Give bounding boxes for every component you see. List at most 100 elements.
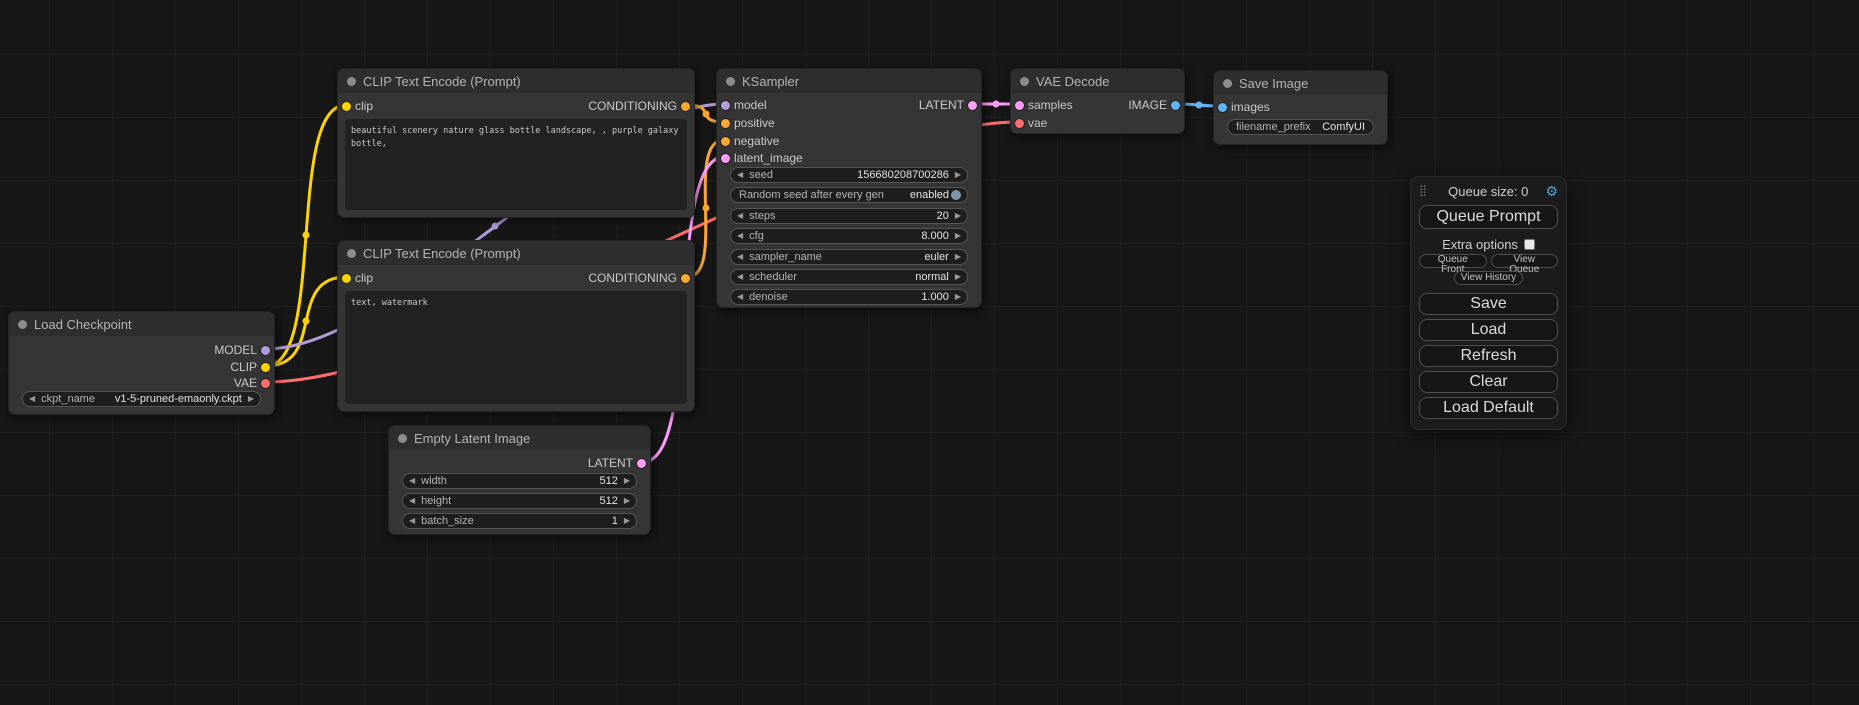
queue-prompt-button[interactable]: Queue Prompt — [1419, 205, 1558, 229]
decrement-arrow-icon[interactable]: ◀ — [737, 171, 743, 179]
negative-prompt-textarea[interactable]: text, watermark — [345, 291, 687, 404]
extra-options-checkbox[interactable] — [1524, 239, 1535, 250]
node-titlebar[interactable]: Empty Latent Image — [389, 426, 650, 450]
node-dot-icon[interactable] — [18, 320, 27, 329]
increment-arrow-icon[interactable]: ▶ — [624, 477, 630, 485]
random-seed-toggle-widget[interactable]: Random seed after every gen enabled — [730, 187, 968, 203]
node-titlebar[interactable]: CLIP Text Encode (Prompt) — [338, 69, 694, 93]
steps-widget[interactable]: ◀ steps 20 ▶ — [730, 208, 968, 224]
queue-menu-panel: ⣿ Queue size: 0 ⚙ Queue Prompt Extra opt… — [1410, 176, 1567, 430]
widget-label: steps — [749, 210, 775, 222]
link-midpoint-dot[interactable] — [492, 223, 499, 230]
filename-prefix-widget[interactable]: filename_prefix ComfyUI — [1227, 119, 1374, 135]
load-default-button[interactable]: Load Default — [1419, 397, 1558, 419]
node-dot-icon[interactable] — [347, 249, 356, 258]
widget-value: 1.000 — [921, 291, 949, 303]
decrement-arrow-icon[interactable]: ◀ — [29, 395, 35, 403]
latent-port-dot[interactable] — [721, 154, 730, 163]
save-button[interactable]: Save — [1419, 293, 1558, 315]
clip-port-dot[interactable] — [342, 274, 351, 283]
node-titlebar[interactable]: Save Image — [1214, 71, 1387, 95]
node-dot-icon[interactable] — [398, 434, 407, 443]
view-queue-button[interactable]: View Queue — [1491, 254, 1559, 268]
model-port-dot[interactable] — [721, 101, 730, 110]
decrement-arrow-icon[interactable]: ◀ — [737, 253, 743, 261]
widget-value: enabled — [910, 189, 949, 201]
decrement-arrow-icon[interactable]: ◀ — [409, 517, 415, 525]
increment-arrow-icon[interactable]: ▶ — [624, 517, 630, 525]
link-midpoint-dot[interactable] — [1196, 102, 1203, 109]
clip-port-dot[interactable] — [261, 363, 270, 372]
clear-button[interactable]: Clear — [1419, 371, 1558, 393]
positive-prompt-textarea[interactable]: beautiful scenery nature glass bottle la… — [345, 119, 687, 210]
increment-arrow-icon[interactable]: ▶ — [955, 253, 961, 261]
link-midpoint-dot[interactable] — [993, 101, 1000, 108]
conditioning-port-dot[interactable] — [681, 102, 690, 111]
vae-port-dot[interactable] — [1015, 119, 1024, 128]
increment-arrow-icon[interactable]: ▶ — [955, 293, 961, 301]
increment-arrow-icon[interactable]: ▶ — [955, 232, 961, 240]
increment-arrow-icon[interactable]: ▶ — [624, 497, 630, 505]
node-dot-icon[interactable] — [347, 77, 356, 86]
decrement-arrow-icon[interactable]: ◀ — [737, 232, 743, 240]
node-titlebar[interactable]: VAE Decode — [1011, 69, 1184, 93]
model-port-dot[interactable] — [261, 346, 270, 355]
link-midpoint-dot[interactable] — [303, 318, 310, 325]
conditioning-port-dot[interactable] — [681, 274, 690, 283]
image-port-dot[interactable] — [1171, 101, 1180, 110]
image-port-dot[interactable] — [1218, 103, 1227, 112]
sampler-name-widget[interactable]: ◀ sampler_name euler ▶ — [730, 249, 968, 265]
decrement-arrow-icon[interactable]: ◀ — [737, 273, 743, 281]
increment-arrow-icon[interactable]: ▶ — [248, 395, 254, 403]
view-history-button[interactable]: View History — [1454, 271, 1523, 285]
refresh-button[interactable]: Refresh — [1419, 345, 1558, 367]
link-midpoint-dot[interactable] — [303, 232, 310, 239]
node-titlebar[interactable]: CLIP Text Encode (Prompt) — [338, 241, 694, 265]
latent-port-dot[interactable] — [1015, 101, 1024, 110]
latent-port-dot[interactable] — [968, 101, 977, 110]
denoise-widget[interactable]: ◀ denoise 1.000 ▶ — [730, 289, 968, 305]
menu-header: ⣿ Queue size: 0 ⚙ — [1419, 181, 1558, 201]
node-dot-icon[interactable] — [1223, 79, 1232, 88]
increment-arrow-icon[interactable]: ▶ — [955, 273, 961, 281]
node-graph-canvas[interactable]: Load Checkpoint MODEL CLIP VAE ◀ ckpt_na… — [0, 0, 1859, 705]
decrement-arrow-icon[interactable]: ◀ — [737, 293, 743, 301]
node-titlebar[interactable]: Load Checkpoint — [9, 312, 274, 336]
widget-value: 20 — [937, 210, 949, 222]
width-widget[interactable]: ◀ width 512 ▶ — [402, 473, 637, 489]
port-label: VAE — [234, 376, 257, 390]
node-title: Load Checkpoint — [34, 317, 132, 332]
queue-front-button[interactable]: Queue Front — [1419, 254, 1487, 268]
toggle-knob-icon[interactable] — [951, 190, 961, 200]
decrement-arrow-icon[interactable]: ◀ — [409, 497, 415, 505]
input-port-images: images — [1214, 99, 1270, 115]
latent-port-dot[interactable] — [637, 459, 646, 468]
cfg-widget[interactable]: ◀ cfg 8.000 ▶ — [730, 228, 968, 244]
seed-widget[interactable]: ◀ seed 156680208700286 ▶ — [730, 167, 968, 183]
link-midpoint-dot[interactable] — [703, 205, 710, 212]
widget-label: denoise — [749, 291, 788, 303]
batch-size-widget[interactable]: ◀ batch_size 1 ▶ — [402, 513, 637, 529]
node-titlebar[interactable]: KSampler — [717, 69, 981, 93]
conditioning-port-dot[interactable] — [721, 137, 730, 146]
conditioning-port-dot[interactable] — [721, 119, 730, 128]
node-title: Empty Latent Image — [414, 431, 530, 446]
load-button[interactable]: Load — [1419, 319, 1558, 341]
height-widget[interactable]: ◀ height 512 ▶ — [402, 493, 637, 509]
link-midpoint-dot[interactable] — [703, 111, 710, 118]
port-label: CONDITIONING — [588, 271, 677, 285]
scheduler-widget[interactable]: ◀ scheduler normal ▶ — [730, 269, 968, 285]
decrement-arrow-icon[interactable]: ◀ — [409, 477, 415, 485]
drag-handle-icon[interactable]: ⣿ — [1419, 186, 1427, 197]
widget-label: ckpt_name — [41, 393, 95, 405]
vae-port-dot[interactable] — [261, 379, 270, 388]
node-dot-icon[interactable] — [726, 77, 735, 86]
increment-arrow-icon[interactable]: ▶ — [955, 171, 961, 179]
settings-gear-icon[interactable]: ⚙ — [1545, 184, 1558, 198]
ckpt-name-widget[interactable]: ◀ ckpt_name v1-5-pruned-emaonly.ckpt ▶ — [22, 391, 261, 407]
clip-port-dot[interactable] — [342, 102, 351, 111]
input-port-model: model — [717, 97, 767, 113]
decrement-arrow-icon[interactable]: ◀ — [737, 212, 743, 220]
node-dot-icon[interactable] — [1020, 77, 1029, 86]
increment-arrow-icon[interactable]: ▶ — [955, 212, 961, 220]
